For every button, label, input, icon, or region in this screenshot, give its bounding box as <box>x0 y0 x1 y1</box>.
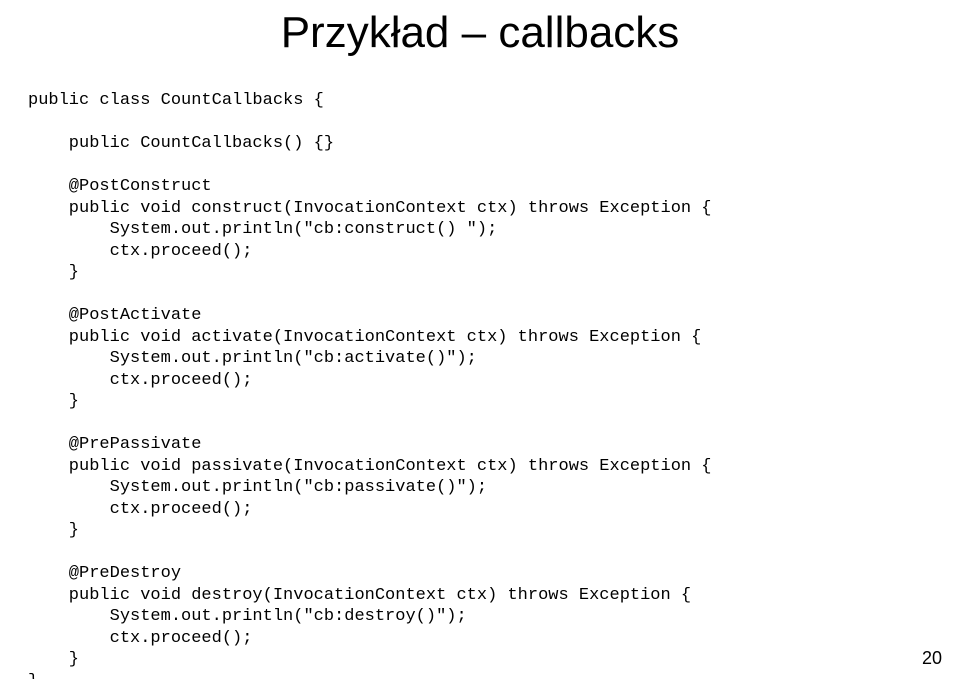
slide-title: Przykład – callbacks <box>0 8 960 58</box>
page-number: 20 <box>922 648 942 669</box>
code-block: public class CountCallbacks { public Cou… <box>28 90 712 679</box>
slide-page: Przykład – callbacks public class CountC… <box>0 0 960 679</box>
